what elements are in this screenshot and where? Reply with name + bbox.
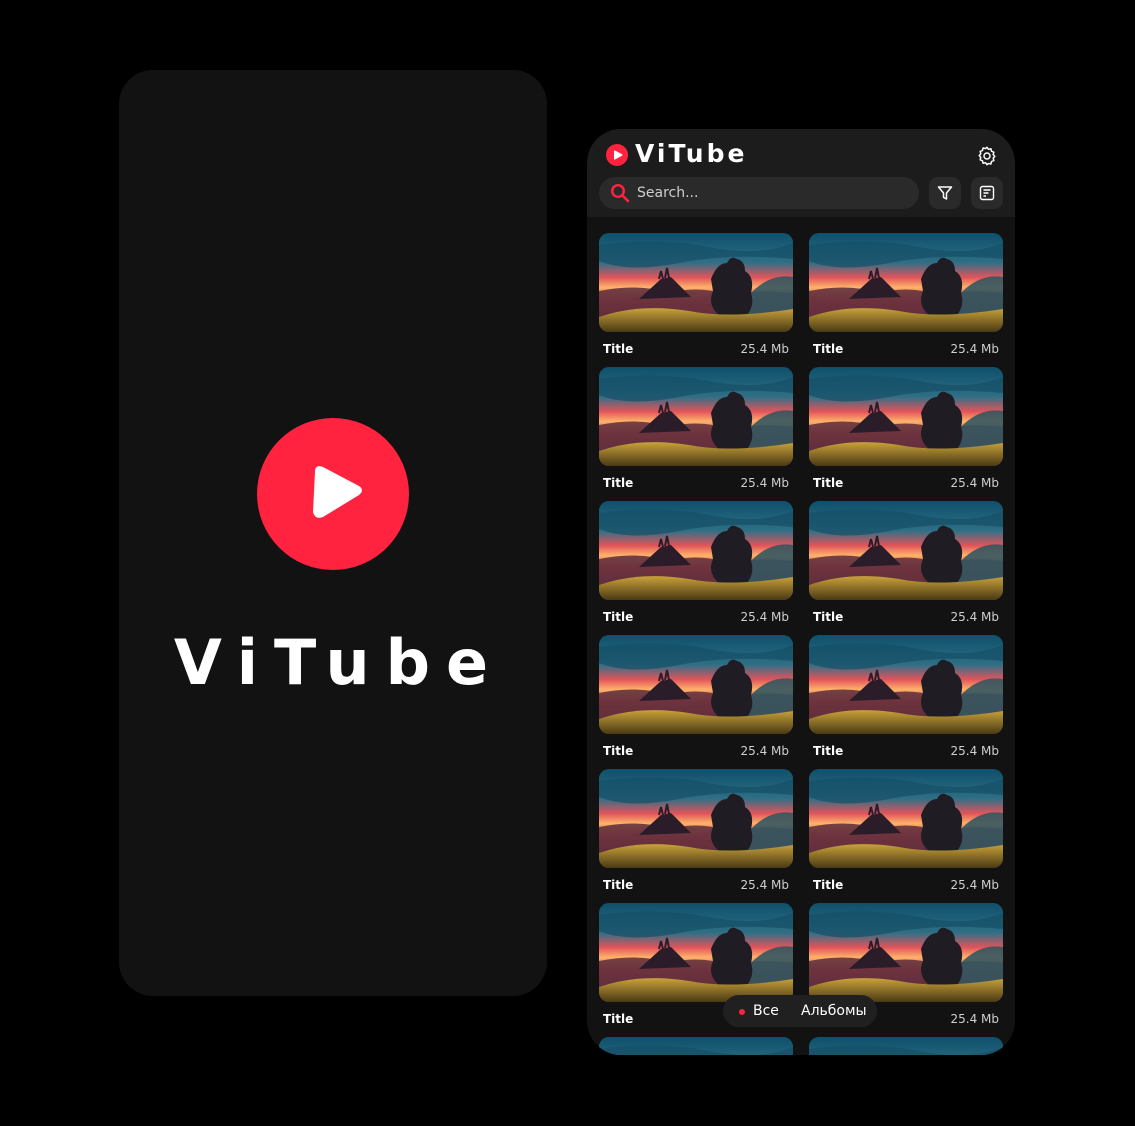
- video-card[interactable]: Title 25.4 Mb: [599, 233, 793, 357]
- video-card[interactable]: Title 25.4 Mb: [809, 635, 1003, 759]
- video-thumbnail: [809, 903, 1003, 1002]
- app-title: ViTube: [635, 139, 748, 168]
- video-card[interactable]: [809, 1037, 1003, 1055]
- video-size: 25.4 Mb: [740, 878, 789, 892]
- video-card[interactable]: Title 25.4 Mb: [599, 769, 793, 893]
- play-icon: [313, 466, 362, 518]
- video-thumbnail: [599, 233, 793, 332]
- video-thumbnail: [599, 903, 793, 1002]
- video-title: Title: [603, 342, 634, 356]
- video-card[interactable]: Title 25.4 Mb: [599, 367, 793, 491]
- video-thumbnail: [809, 769, 1003, 868]
- sort-button[interactable]: [971, 177, 1003, 209]
- video-card[interactable]: Title 25.4 Mb: [809, 501, 1003, 625]
- video-thumbnail: [809, 635, 1003, 734]
- app-header: ViTube: [587, 129, 1015, 217]
- video-thumbnail: [599, 1037, 793, 1055]
- video-size: 25.4 Mb: [950, 476, 999, 490]
- video-size: 25.4 Mb: [740, 610, 789, 624]
- video-thumbnail: [809, 1037, 1003, 1055]
- video-title: Title: [813, 476, 844, 490]
- sort-icon: [979, 185, 995, 201]
- gear-icon[interactable]: [976, 145, 998, 167]
- video-card[interactable]: Title 25.4 Mb: [599, 501, 793, 625]
- video-title: Title: [603, 610, 634, 624]
- video-size: 25.4 Mb: [950, 342, 999, 356]
- video-size: 25.4 Mb: [950, 878, 999, 892]
- video-title: Title: [813, 610, 844, 624]
- video-title: Title: [813, 878, 844, 892]
- splash-screen: ViTube: [119, 70, 547, 996]
- video-library-screen: ViTube Search... Title 25.4 Mb Title 25.…: [587, 129, 1015, 1055]
- video-thumbnail: [809, 501, 1003, 600]
- bottom-tab-bar: Все Альбомы: [723, 995, 877, 1027]
- video-size: 25.4 Mb: [950, 1012, 999, 1026]
- video-grid: Title 25.4 Mb Title 25.4 Mb Title 25.4 M…: [599, 233, 1003, 1055]
- video-size: 25.4 Mb: [740, 342, 789, 356]
- video-title: Title: [813, 744, 844, 758]
- video-size: 25.4 Mb: [950, 610, 999, 624]
- video-card[interactable]: Title 25.4 Mb: [809, 769, 1003, 893]
- video-card[interactable]: Title 25.4 Mb: [599, 635, 793, 759]
- video-size: 25.4 Mb: [950, 744, 999, 758]
- play-icon: [614, 150, 623, 160]
- video-card[interactable]: [599, 1037, 793, 1055]
- video-thumbnail: [599, 501, 793, 600]
- video-card[interactable]: Title 25.4 Mb: [809, 233, 1003, 357]
- filter-button[interactable]: [929, 177, 961, 209]
- search-input[interactable]: [637, 177, 907, 209]
- video-thumbnail: [599, 769, 793, 868]
- video-size: 25.4 Mb: [740, 744, 789, 758]
- video-thumbnail: [599, 367, 793, 466]
- search-icon: [610, 183, 630, 203]
- video-title: Title: [603, 476, 634, 490]
- video-card[interactable]: Title 25.4 Mb: [809, 367, 1003, 491]
- active-tab-indicator: [739, 1009, 745, 1015]
- tab-albums[interactable]: Альбомы: [801, 1003, 867, 1019]
- video-title: Title: [603, 1012, 634, 1026]
- tab-all[interactable]: Все: [753, 1003, 779, 1019]
- video-title: Title: [813, 342, 844, 356]
- video-title: Title: [603, 878, 634, 892]
- video-size: 25.4 Mb: [740, 476, 789, 490]
- search-bar[interactable]: [599, 177, 919, 209]
- video-title: Title: [603, 744, 634, 758]
- video-thumbnail: [809, 367, 1003, 466]
- video-thumbnail: [599, 635, 793, 734]
- filter-icon: [937, 186, 953, 200]
- app-logo: [606, 144, 628, 166]
- splash-logo: [257, 418, 409, 570]
- splash-app-name: ViTube: [173, 626, 505, 699]
- video-thumbnail: [809, 233, 1003, 332]
